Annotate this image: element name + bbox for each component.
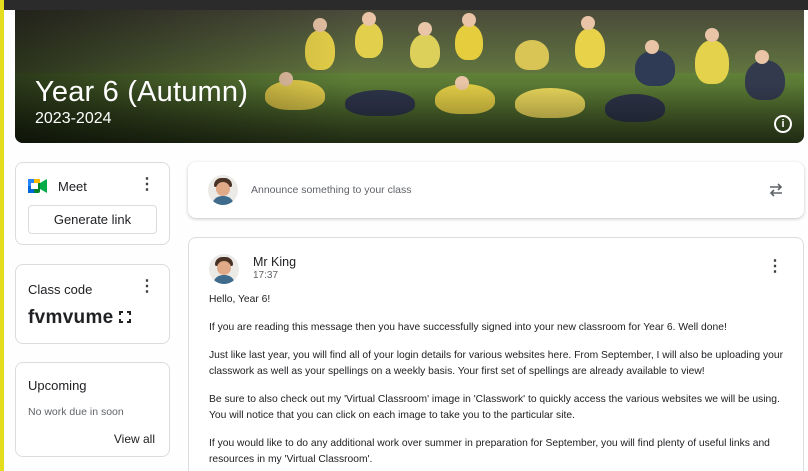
post-paragraph: Hello, Year 6! [209,294,271,305]
post-body: Hello, Year 6! If you are reading this m… [209,292,799,471]
post-paragraph: If you would like to do any additional w… [209,438,770,465]
banner-figure [645,40,659,54]
accent-stripe [0,0,4,471]
more-vert-icon[interactable]: ⋮ [138,278,156,296]
fullscreen-icon[interactable] [119,311,131,323]
banner-figure [462,13,476,27]
banner-figure [362,12,376,26]
banner-figure [695,40,729,84]
banner-figure [581,16,595,30]
meet-card: Meet ⋮ Generate link [15,162,170,245]
top-bar [0,0,808,10]
banner-figure [635,50,675,86]
class-subtitle: 2023-2024 [35,110,112,127]
banner-figure [575,28,605,68]
banner-figure [418,22,432,36]
banner-figure [515,40,549,70]
banner-figure [455,24,483,60]
class-code-label: Class code [28,282,93,297]
banner-figure [410,34,440,68]
class-code-card: Class code ⋮ fvmvume [15,264,170,344]
announce-placeholder[interactable]: Announce something to your class [251,184,412,196]
banner-figure [755,50,769,64]
banner-figure [705,28,719,42]
class-title: Year 6 (Autumn) [35,76,249,108]
repost-icon[interactable] [768,181,784,199]
info-icon[interactable]: i [774,115,792,133]
meet-icon [28,179,47,193]
post-paragraph: If you are reading this message then you… [209,322,727,333]
banner-figure [355,22,383,58]
post-paragraph: Be sure to also check out my 'Virtual Cl… [209,394,780,421]
avatar [208,175,238,205]
announce-box[interactable]: Announce something to your class [188,162,804,218]
more-vert-icon[interactable]: ⋮ [138,176,156,194]
upcoming-empty-text: No work due in soon [28,406,124,418]
meet-label: Meet [58,179,87,194]
post-paragraph: Just like last year, you will find all o… [209,350,784,377]
class-banner: Year 6 (Autumn) 2023-2024 i [15,10,804,143]
post-time: 17:37 [253,270,279,281]
upcoming-card: Upcoming No work due in soon View all [15,362,170,457]
announcement-post: Mr King 17:37 ⋮ Hello, Year 6! If you ar… [188,237,804,471]
more-vert-icon[interactable]: ⋮ [766,258,784,276]
class-code-value: fvmvume [28,307,114,328]
view-all-link[interactable]: View all [114,432,155,446]
post-author: Mr King [253,255,297,269]
generate-link-button[interactable]: Generate link [28,205,157,234]
upcoming-title: Upcoming [28,378,87,393]
avatar [209,254,239,284]
